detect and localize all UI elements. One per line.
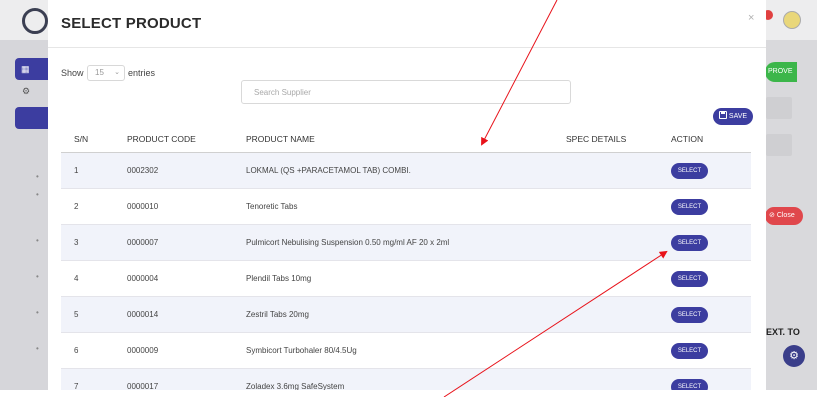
sidebar-subitem[interactable]: • — [36, 172, 48, 181]
table-row: 5 0000014 Zestril Tabs 20mg SELECT — [61, 297, 751, 333]
modal-divider — [48, 47, 766, 48]
row-product-name: Zoladex 3.6mg SafeSystem — [246, 382, 345, 390]
background-field[interactable] — [766, 97, 792, 119]
row-sn: 2 — [74, 202, 79, 211]
background-field[interactable] — [766, 134, 792, 156]
sidebar-item-settings[interactable]: ⚙ — [22, 86, 30, 97]
show-label: Show — [61, 68, 84, 78]
table-row: 1 0002302 LOKMAL (QS +PARACETAMOL TAB) C… — [61, 153, 751, 189]
row-sn: 3 — [74, 238, 79, 247]
row-product-name: LOKMAL (QS +PARACETAMOL TAB) COMBI. — [246, 166, 411, 175]
sidebar-subitem[interactable]: • — [36, 190, 48, 199]
table-row: 4 0000004 Plendil Tabs 10mg SELECT — [61, 261, 751, 297]
grid-icon: ▦ — [21, 64, 30, 74]
ext-to-label: EXT. TO — [766, 327, 800, 337]
row-sn: 1 — [74, 166, 79, 175]
column-header-sn: S/N — [74, 134, 89, 144]
row-product-code: 0000004 — [127, 274, 159, 283]
row-sn: 5 — [74, 310, 79, 319]
close-circle-icon: ⊘ — [769, 212, 777, 219]
row-product-name: Pulmicort Nebulising Suspension 0.50 mg/… — [246, 238, 450, 247]
row-product-name: Tenoretic Tabs — [246, 202, 298, 211]
sidebar-item-dashboard[interactable]: ▦ — [15, 58, 48, 80]
select-product-modal: SELECT PRODUCT × Show 15 ⌄ entries SAVE … — [48, 0, 766, 390]
avatar[interactable] — [783, 11, 801, 29]
row-product-code: 0000009 — [127, 346, 159, 355]
table-row: 2 0000010 Tenoretic Tabs SELECT — [61, 189, 751, 225]
column-header-action: ACTION — [671, 134, 704, 144]
modal-title: SELECT PRODUCT — [61, 15, 202, 32]
select-button[interactable]: SELECT — [671, 199, 708, 215]
table-row: 6 0000009 Symbicort Turbohaler 80/4.5Ug … — [61, 333, 751, 369]
close-button[interactable]: ⊘ Close — [765, 207, 803, 225]
settings-fab[interactable]: ⚙ — [783, 345, 805, 367]
row-sn: 7 — [74, 382, 79, 390]
save-button-label: SAVE — [728, 113, 748, 120]
gear-icon: ⚙ — [22, 86, 31, 96]
column-header-product-code: PRODUCT CODE — [127, 134, 196, 144]
row-sn: 6 — [74, 346, 79, 355]
row-product-code: 0000014 — [127, 310, 159, 319]
column-header-product-name: PRODUCT NAME — [246, 134, 315, 144]
select-button[interactable]: SELECT — [671, 379, 708, 390]
floppy-disk-icon — [718, 111, 727, 119]
search-input[interactable] — [241, 80, 571, 104]
sidebar-item-active[interactable] — [15, 107, 48, 129]
gear-icon: ⚙ — [789, 350, 799, 362]
sidebar-subitem[interactable]: • — [36, 344, 48, 353]
row-product-name: Zestril Tabs 20mg — [246, 310, 309, 319]
select-button[interactable]: SELECT — [671, 163, 708, 179]
column-header-spec-details: SPEC DETAILS — [566, 134, 627, 144]
sidebar-subitem[interactable]: • — [36, 236, 48, 245]
close-button-label: Close — [776, 212, 795, 219]
select-button[interactable]: SELECT — [671, 235, 708, 251]
row-product-code: 0000007 — [127, 238, 159, 247]
chevron-down-icon: ⌄ — [114, 69, 120, 76]
row-product-code: 0002302 — [127, 166, 159, 175]
row-sn: 4 — [74, 274, 79, 283]
sidebar-subitem[interactable]: • — [36, 272, 48, 281]
row-product-name: Plendil Tabs 10mg — [246, 274, 312, 283]
sidebar-subitem[interactable]: • — [36, 308, 48, 317]
table-row: 3 0000007 Pulmicort Nebulising Suspensio… — [61, 225, 751, 261]
entries-select[interactable]: 15 ⌄ — [87, 65, 125, 81]
row-product-code: 0000017 — [127, 382, 159, 390]
select-button[interactable]: SELECT — [671, 271, 708, 287]
select-button[interactable]: SELECT — [671, 307, 708, 323]
app-logo — [22, 8, 48, 34]
select-button[interactable]: SELECT — [671, 343, 708, 359]
approve-button[interactable]: PROVE — [765, 62, 797, 82]
save-button[interactable]: SAVE — [713, 108, 753, 125]
bottom-edge — [0, 390, 817, 397]
table-row: 7 0000017 Zoladex 3.6mg SafeSystem SELEC… — [61, 369, 751, 390]
row-product-code: 0000010 — [127, 202, 159, 211]
sidebar: ▦ ⚙ • • • • • • — [0, 40, 48, 390]
entries-value: 15 — [95, 68, 104, 77]
row-product-name: Symbicort Turbohaler 80/4.5Ug — [246, 346, 357, 355]
close-icon[interactable]: × — [748, 12, 754, 24]
entries-label: entries — [128, 68, 156, 78]
